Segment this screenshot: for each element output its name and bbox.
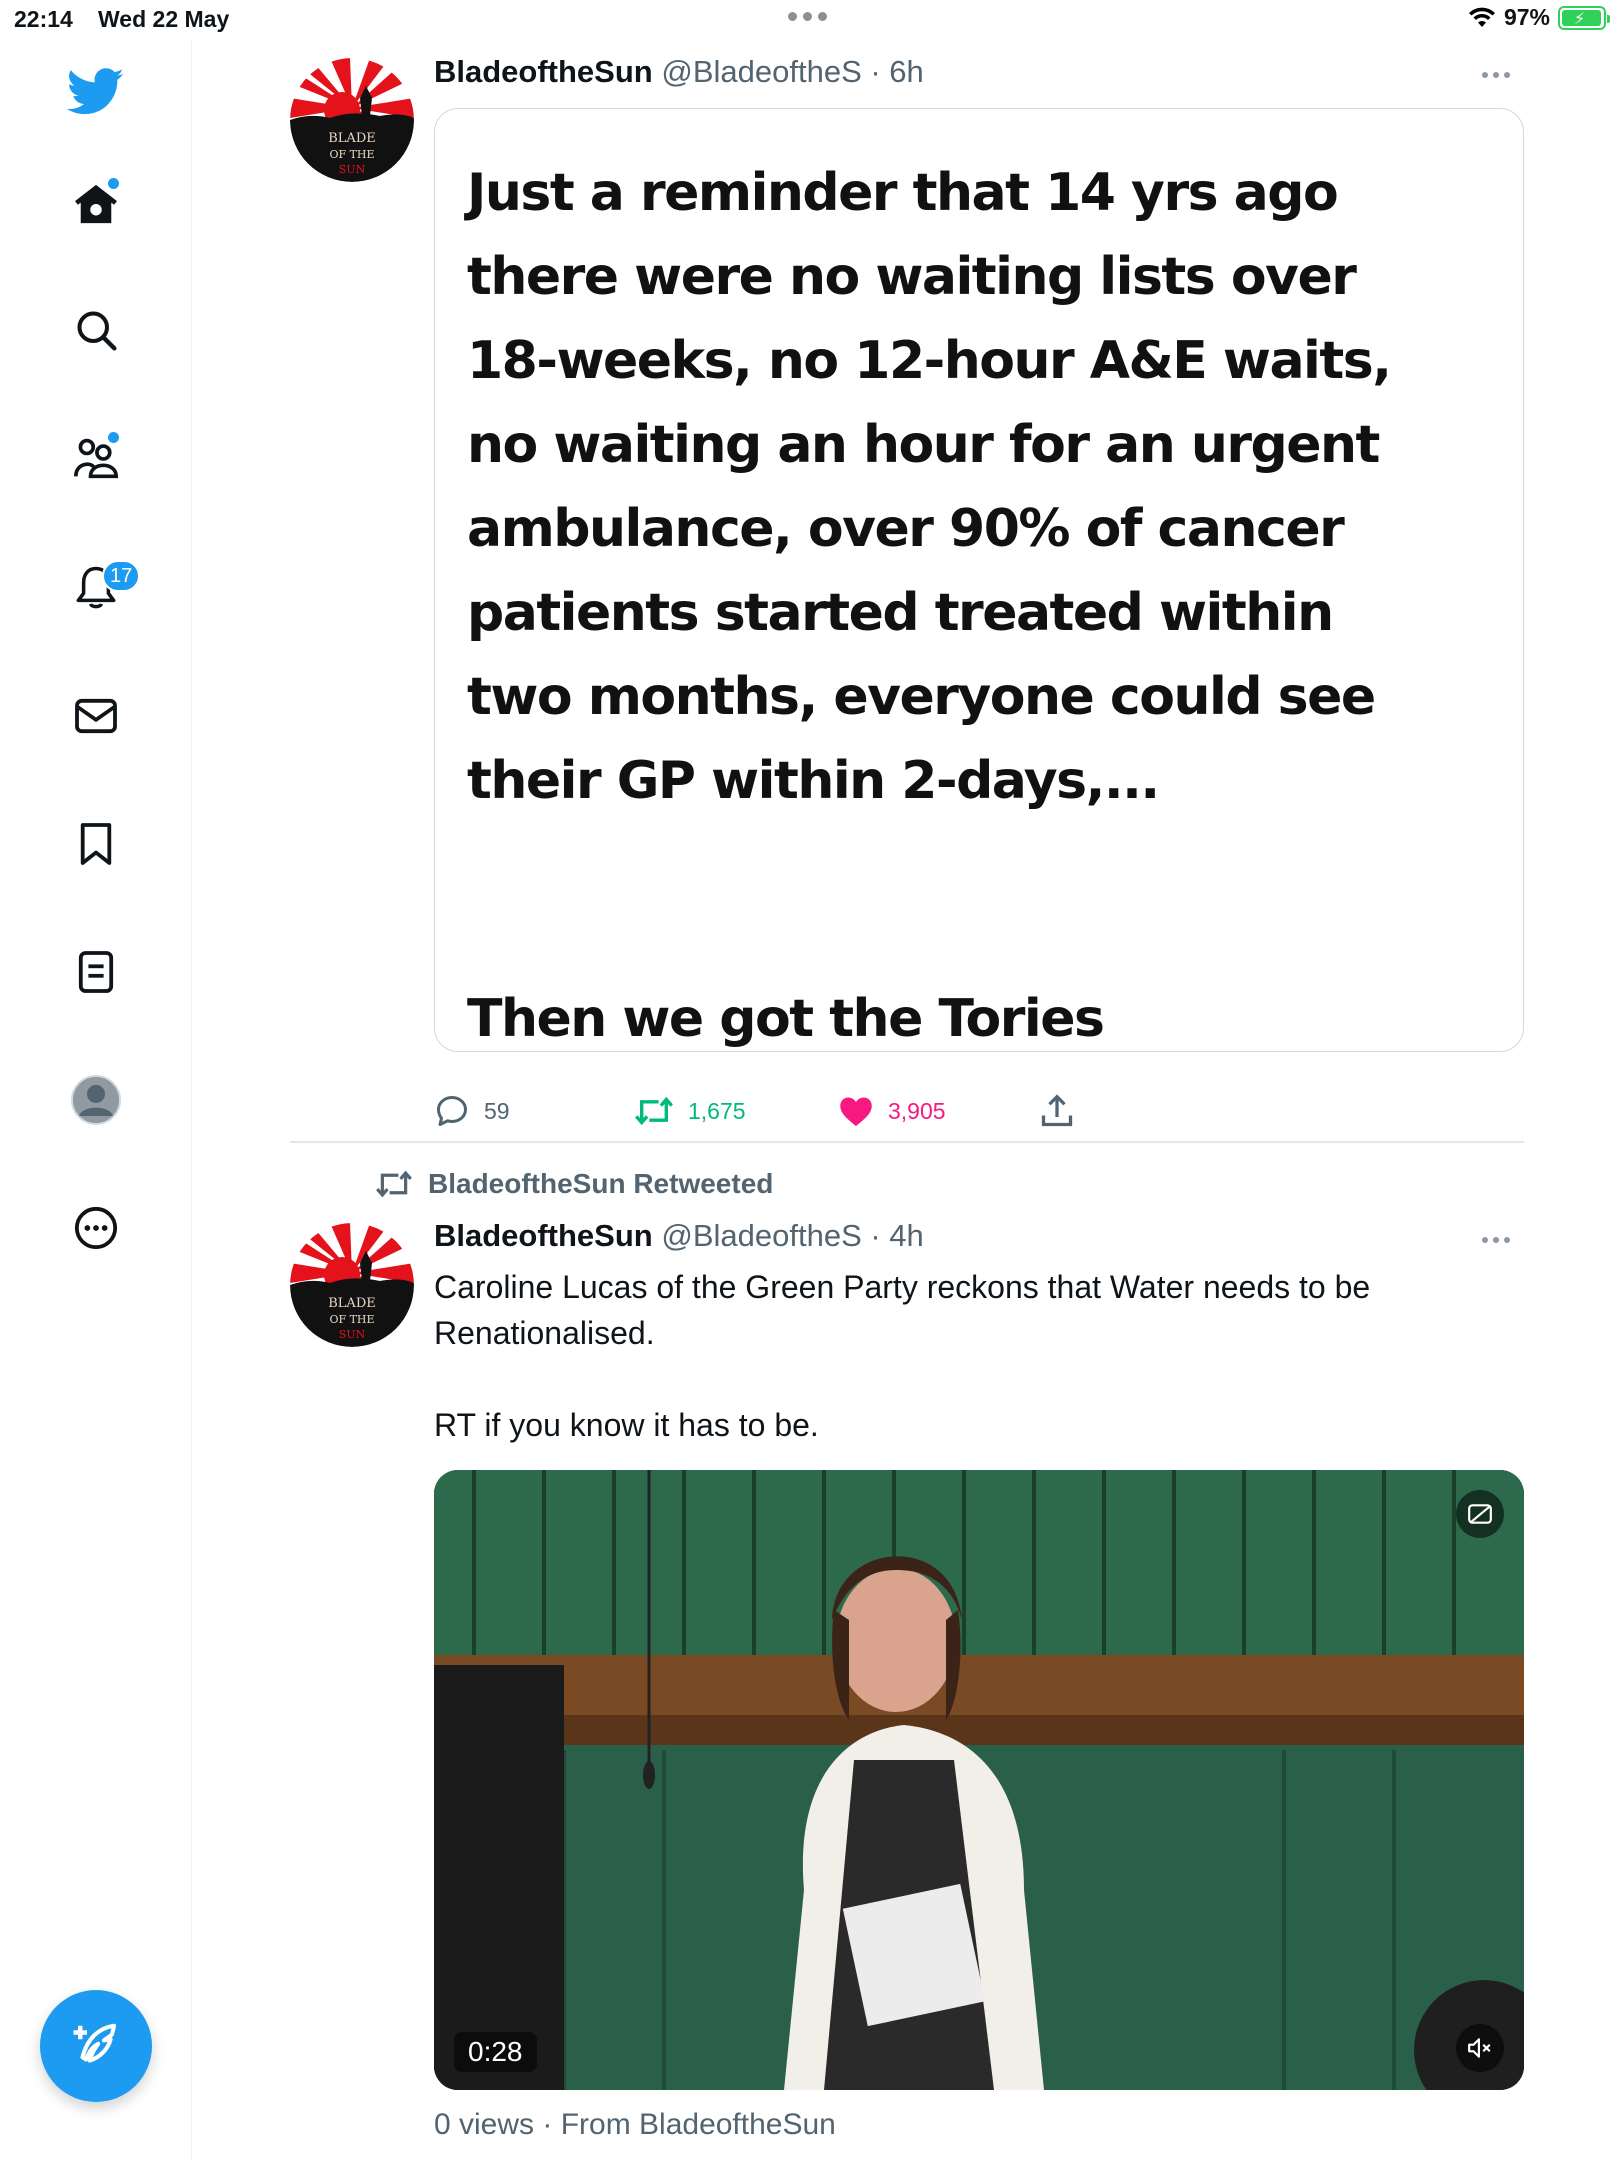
author-name[interactable]: BladeoftheSun [434, 54, 653, 89]
battery-icon: ⚡ [1558, 5, 1610, 30]
heart-icon [840, 1097, 872, 1126]
retweet-icon [376, 1170, 412, 1198]
image-text-end: Then we got the Tories [467, 989, 1105, 1049]
retweeted-by[interactable]: BladeoftheSun Retweeted [374, 1168, 773, 1200]
retweet-count: 1,675 [688, 1097, 746, 1124]
tweet-header: BladeoftheSun @BladeoftheS · 4h [434, 1218, 924, 1254]
sidebar: 17 [0, 40, 192, 2160]
nav-profile[interactable] [56, 1060, 136, 1140]
envelope-icon [75, 698, 117, 734]
tweet-image[interactable]: Just a reminder that 14 yrs ago there we… [434, 108, 1524, 1052]
profile-avatar-icon [71, 1075, 121, 1125]
svg-text:OF THE: OF THE [329, 148, 374, 161]
retweet-button[interactable]: 1,675 [634, 1088, 746, 1134]
nav-bookmarks[interactable] [56, 804, 136, 884]
svg-text:BLADE: BLADE [328, 1296, 376, 1311]
video-duration: 0:28 [454, 2032, 537, 2072]
share-icon [1041, 1094, 1073, 1127]
author-avatar[interactable]: BLADE OF THE SUN [290, 1223, 414, 1347]
list-icon [78, 951, 114, 993]
svg-text:BLADE: BLADE [328, 131, 376, 146]
status-date: Wed 22 May [98, 6, 230, 32]
nav-lists[interactable] [56, 932, 136, 1012]
tweet-actions: 59 1,675 3,905 [434, 1088, 1134, 1134]
share-button[interactable] [1040, 1088, 1074, 1134]
tweet-more-icon[interactable] [1482, 65, 1522, 85]
twitter-logo-icon[interactable] [56, 52, 136, 132]
nav-home[interactable] [56, 164, 136, 244]
author-name[interactable]: BladeoftheSun [434, 1218, 653, 1253]
author-handle[interactable]: @BladeoftheS [661, 54, 861, 89]
svg-text:SUN: SUN [339, 1328, 366, 1341]
compose-feather-icon [73, 2023, 117, 2063]
reply-count: 59 [484, 1097, 510, 1124]
wifi-icon [1468, 7, 1495, 27]
status-time: 22:14 [14, 6, 73, 32]
nav-explore[interactable] [56, 290, 136, 370]
status-right: 97% ⚡ [1468, 4, 1610, 31]
notifications-count-badge: 17 [102, 560, 141, 592]
more-circle-icon [74, 1206, 118, 1250]
tweet-time[interactable]: · 6h [870, 54, 923, 89]
bookmark-icon [80, 823, 112, 865]
compose-tweet-button[interactable] [40, 1990, 152, 2102]
tweet-text: Caroline Lucas of the Green Party reckon… [434, 1269, 1371, 1443]
nav-more[interactable] [56, 1188, 136, 1268]
nav-messages[interactable] [56, 676, 136, 756]
tweet-more-icon[interactable] [1482, 1230, 1522, 1250]
reply-button[interactable]: 59 [434, 1088, 510, 1134]
author-handle[interactable]: @BladeoftheS [661, 1218, 861, 1253]
video-frame [434, 1470, 1524, 2090]
video-views: 0 views · From BladeoftheSun [434, 2108, 836, 2141]
search-icon [77, 311, 117, 351]
reply-icon [437, 1096, 467, 1126]
tweet-time[interactable]: · 4h [870, 1218, 923, 1253]
nav-communities[interactable] [56, 418, 136, 498]
like-count: 3,905 [888, 1097, 946, 1124]
home-icon [75, 184, 117, 224]
image-text: Just a reminder that 14 yrs ago there we… [467, 163, 1392, 811]
mute-toggle-icon[interactable] [1456, 2024, 1504, 2072]
like-button[interactable]: 3,905 [838, 1088, 946, 1134]
tweet-video[interactable]: 0:28 [434, 1470, 1524, 2090]
retweet-icon [635, 1096, 673, 1126]
battery-percent: 97% [1503, 4, 1550, 30]
tweet-divider [290, 1141, 1524, 1143]
nav-notifications[interactable]: 17 [56, 548, 141, 628]
svg-text:SUN: SUN [339, 163, 366, 176]
svg-text:OF THE: OF THE [329, 1313, 374, 1326]
status-bar: 22:14 Wed 22 May 97% ⚡ [0, 0, 1620, 40]
retweeted-by-label: BladeoftheSun Retweeted [428, 1168, 774, 1199]
tweet-header: BladeoftheSun @BladeoftheS · 6h [434, 54, 924, 90]
multitasking-dots-icon[interactable] [788, 8, 832, 24]
captions-toggle-icon[interactable] [1456, 1490, 1504, 1538]
author-avatar[interactable]: BLADE OF THE SUN [290, 58, 414, 182]
